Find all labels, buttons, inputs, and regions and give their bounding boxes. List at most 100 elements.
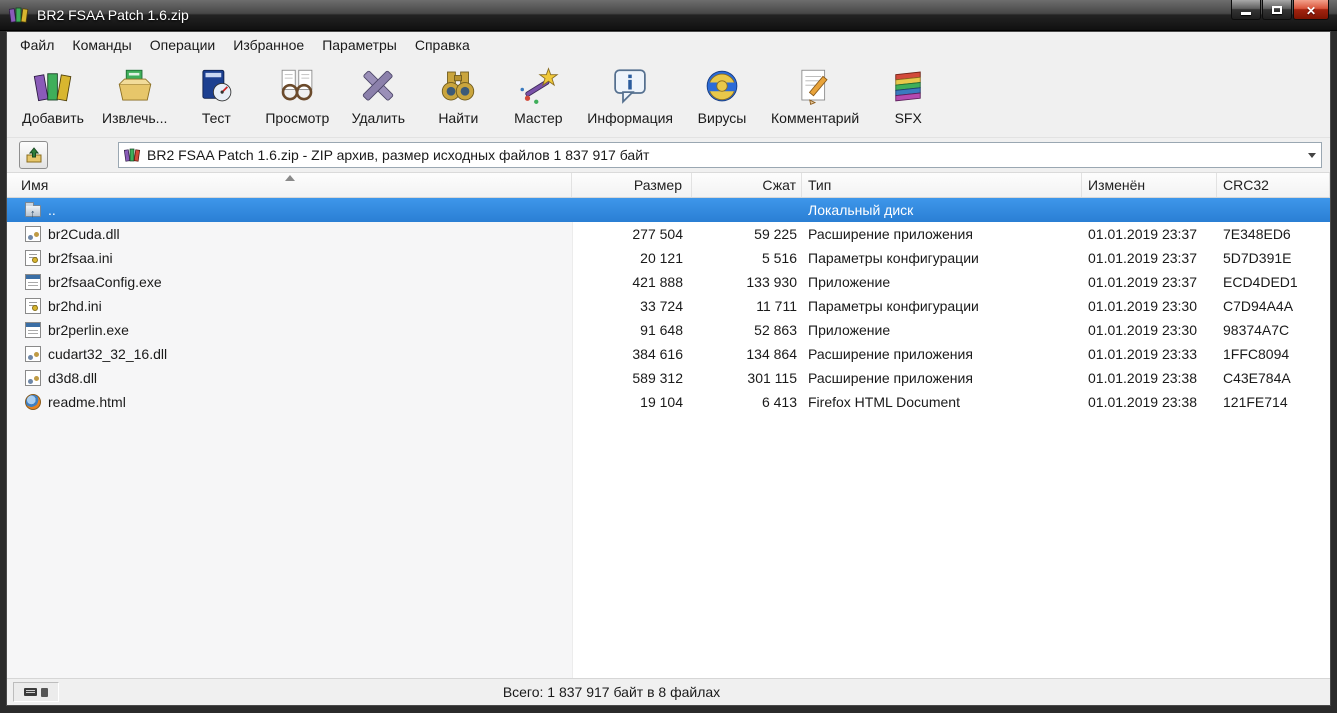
file-packed: 133 930 (746, 274, 797, 290)
sfx-icon (885, 64, 931, 108)
table-row[interactable]: br2fsaaConfig.exe 421 888 133 930 Прилож… (7, 270, 1330, 294)
toolbar-button-label: Извлечь... (102, 110, 168, 126)
file-size (572, 198, 692, 222)
toolbar-button-label: Просмотр (265, 110, 330, 126)
menu-options[interactable]: Параметры (313, 32, 406, 58)
file-name: br2fsaa.ini (48, 250, 113, 266)
column-header-crc32[interactable]: CRC32 (1217, 173, 1330, 197)
view-icon (274, 64, 320, 108)
minimize-button[interactable] (1231, 0, 1261, 20)
file-size: 33 724 (640, 298, 683, 314)
file-modified: 01.01.2019 23:37 (1088, 274, 1197, 290)
file-type: Параметры конфигурации (808, 250, 979, 266)
column-header-modified[interactable]: Изменён (1082, 173, 1217, 197)
toolbar-add-button[interactable]: Добавить (13, 61, 93, 129)
keyboard-icon (24, 688, 37, 696)
table-row[interactable]: cudart32_32_16.dll 384 616 134 864 Расши… (7, 342, 1330, 366)
toolbar-virus-button[interactable]: Вирусы (682, 61, 762, 129)
file-size: 91 648 (640, 322, 683, 338)
winrar-app-icon (9, 7, 29, 23)
toolbar-info-button[interactable]: Информация (578, 61, 682, 129)
table-row-parent-dir[interactable]: .. Локальный диск (7, 198, 1330, 222)
file-type: Приложение (808, 322, 891, 338)
column-header-size[interactable]: Размер (572, 173, 692, 197)
file-size: 589 312 (632, 370, 683, 386)
chevron-down-icon (1308, 152, 1316, 158)
toolbar-button-label: Добавить (22, 110, 84, 126)
dll-file-icon (25, 346, 41, 362)
file-type: Firefox HTML Document (808, 394, 960, 410)
file-size: 384 616 (632, 346, 683, 362)
file-modified: 01.01.2019 23:37 (1088, 226, 1197, 242)
file-type: Параметры конфигурации (808, 298, 979, 314)
file-name: .. (48, 202, 56, 218)
client-area: Файл Команды Операции Избранное Параметр… (6, 31, 1331, 706)
table-row[interactable]: d3d8.dll 589 312 301 115 Расширение прил… (7, 366, 1330, 390)
file-modified: 01.01.2019 23:33 (1088, 346, 1197, 362)
menu-help[interactable]: Справка (406, 32, 479, 58)
file-type: Локальный диск (808, 202, 914, 218)
file-name: br2fsaaConfig.exe (48, 274, 162, 290)
toolbar-button-label: Тест (201, 110, 231, 126)
file-crc: 98374A7C (1223, 322, 1290, 338)
info-icon (607, 64, 653, 108)
minimize-icon (1241, 11, 1251, 15)
status-total: Всего: 1 837 917 байт в 8 файлах (502, 684, 721, 700)
extract-icon (112, 64, 158, 108)
file-name: br2Cuda.dll (48, 226, 120, 242)
file-modified: 01.01.2019 23:38 (1088, 394, 1197, 410)
menu-commands[interactable]: Команды (63, 32, 140, 58)
exe-file-icon (25, 274, 41, 290)
dropdown-arrow-button[interactable] (1303, 143, 1321, 167)
file-type: Приложение (808, 274, 891, 290)
toolbar-button-label: Комментарий (771, 110, 860, 126)
html-file-icon (25, 394, 41, 410)
address-bar: BR2 FSAA Patch 1.6.zip - ZIP архив, разм… (7, 138, 1330, 173)
table-row[interactable]: br2Cuda.dll 277 504 59 225 Расширение пр… (7, 222, 1330, 246)
toolbar-find-button[interactable]: Найти (418, 61, 498, 129)
table-row[interactable]: br2hd.ini 33 724 11 711 Параметры конфиг… (7, 294, 1330, 318)
test-icon (193, 64, 239, 108)
exe-file-icon (25, 322, 41, 338)
ini-file-icon (25, 298, 41, 314)
status-bar: Всего: 1 837 917 байт в 8 файлах (7, 678, 1330, 705)
file-crc: 121FE714 (1223, 394, 1288, 410)
table-row[interactable]: br2perlin.exe 91 648 52 863 Приложение 0… (7, 318, 1330, 342)
title-bar: BR2 FSAA Patch 1.6.zip (0, 0, 1337, 31)
toolbar-button-label: SFX (894, 110, 922, 126)
column-header-type[interactable]: Тип (802, 173, 1082, 197)
close-button[interactable] (1293, 0, 1329, 20)
file-packed: 11 711 (756, 298, 797, 314)
file-modified: 01.01.2019 23:37 (1088, 250, 1197, 266)
table-row[interactable]: readme.html 19 104 6 413 Firefox HTML Do… (7, 390, 1330, 414)
toolbar-test-button[interactable]: Тест (176, 61, 256, 129)
toolbar-extract-button[interactable]: Извлечь... (93, 61, 176, 129)
file-type: Расширение приложения (808, 370, 973, 386)
toolbar: Добавить Извлечь... Тест Просмотр Удалит… (7, 58, 1330, 138)
toolbar-wizard-button[interactable]: Мастер (498, 61, 578, 129)
file-type: Расширение приложения (808, 226, 973, 242)
file-crc: ECD4DED1 (1223, 274, 1298, 290)
file-size: 421 888 (632, 274, 683, 290)
column-header-packed[interactable]: Сжат (692, 173, 802, 197)
toolbar-delete-button[interactable]: Удалить (338, 61, 418, 129)
file-packed: 5 516 (761, 250, 797, 266)
file-packed: 134 864 (746, 346, 797, 362)
archive-path-combobox[interactable]: BR2 FSAA Patch 1.6.zip - ZIP архив, разм… (118, 142, 1322, 168)
wizard-icon (515, 64, 561, 108)
maximize-button[interactable] (1262, 0, 1292, 20)
virus-icon (699, 64, 745, 108)
table-row[interactable]: br2fsaa.ini 20 121 5 516 Параметры конфи… (7, 246, 1330, 270)
menu-operations[interactable]: Операции (141, 32, 225, 58)
folder-up-icon (25, 202, 41, 222)
drive-icon (41, 687, 48, 697)
sort-ascending-icon (285, 175, 295, 181)
file-packed: 52 863 (754, 322, 797, 338)
toolbar-view-button[interactable]: Просмотр (256, 61, 338, 129)
menu-file[interactable]: Файл (11, 32, 63, 58)
menu-favorites[interactable]: Избранное (224, 32, 313, 58)
toolbar-sfx-button[interactable]: SFX (868, 61, 948, 129)
toolbar-comment-button[interactable]: Комментарий (762, 61, 868, 129)
file-type: Расширение приложения (808, 346, 973, 362)
up-button[interactable] (19, 141, 48, 169)
